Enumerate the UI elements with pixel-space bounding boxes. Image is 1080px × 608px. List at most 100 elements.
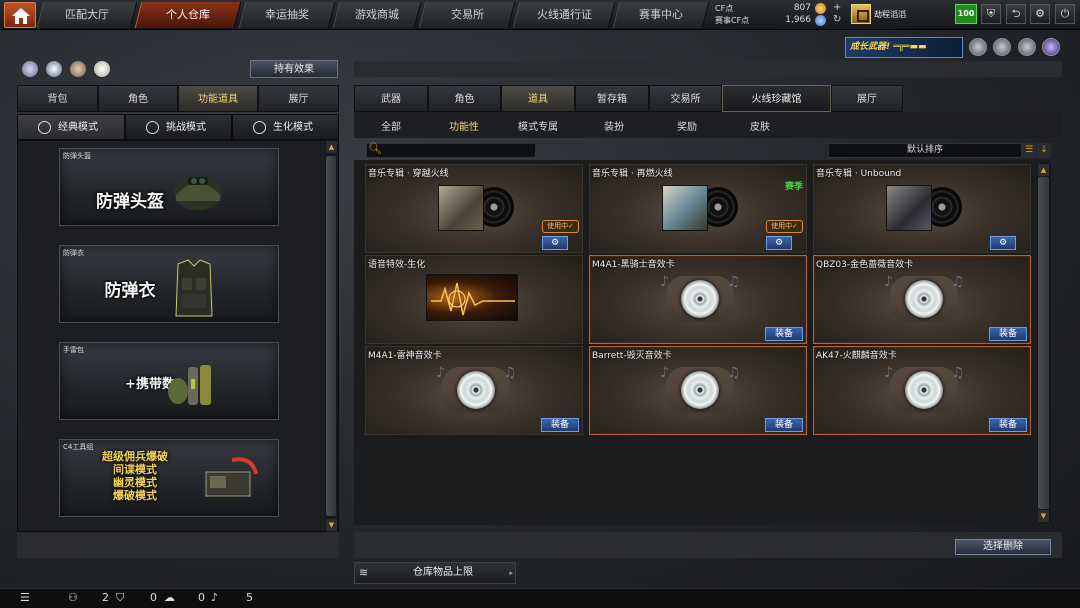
item-card[interactable]: 音乐专辑 · 穿越火线 使用中✓ ⚙ [365, 164, 583, 253]
gear-icon[interactable]: ⚙ [1030, 4, 1050, 24]
left-tab-character[interactable]: 角色 [98, 85, 178, 112]
c4-mode-spy: 间谍模式 [113, 463, 157, 476]
challenge-mode-icon [146, 121, 159, 134]
nav-tab-exchange[interactable]: 交易所 [418, 2, 516, 28]
nav-tab-personal-warehouse[interactable]: 个人仓库 [134, 2, 242, 28]
globe-icon[interactable] [993, 38, 1011, 56]
equip-button[interactable]: 装备 [989, 327, 1027, 341]
swirl-icon[interactable] [46, 61, 62, 77]
left-scroll-up-icon[interactable]: ▲ [326, 141, 337, 153]
list-view-icon[interactable]: ☰ [1022, 143, 1036, 158]
right-tab-temp-box[interactable]: 暂存箱 [575, 85, 649, 112]
item-card[interactable]: M4A1-黑骑士音效卡 ♪ ♫ 装备 [589, 255, 807, 344]
select-delete-button[interactable]: 选择删除 [955, 539, 1051, 555]
item-card[interactable]: QBZ03-金色蔷薇音效卡 ♪ ♫ 装备 [813, 255, 1031, 344]
grenade-pack-card[interactable]: 手雷包 +携带数 [59, 342, 279, 420]
item-title: M4A1-雷神音效卡 [368, 351, 442, 361]
speaker-icon[interactable]: ♪ [211, 591, 218, 604]
right-tab-characters[interactable]: 角色 [428, 85, 501, 112]
return-icon[interactable]: ⮌ [1006, 4, 1026, 24]
nav-tab-match-lobby[interactable]: 匹配大厅 [36, 2, 138, 28]
equip-button[interactable]: 装备 [541, 418, 579, 432]
nav-tab-lucky-draw[interactable]: 幸运抽奖 [238, 2, 336, 28]
right-scroll-up-icon[interactable]: ▲ [1038, 164, 1049, 176]
subtab-rewards[interactable]: 奖励 [677, 118, 697, 133]
right-scroll-thumb[interactable] [1038, 177, 1049, 509]
sort-direction-icon[interactable]: ↓ [1037, 143, 1051, 158]
voice-effect-image [426, 274, 518, 321]
settings-gear-button[interactable]: ⚙ [766, 236, 792, 250]
right-tab-collection-hall[interactable]: 火线珍藏馆 [722, 85, 831, 112]
nav-tab-game-mall[interactable]: 游戏商城 [332, 2, 422, 28]
mode-tab-zombie[interactable]: 生化模式 [232, 114, 339, 140]
item-card[interactable]: 语音特效-生化 [365, 255, 583, 344]
search-input[interactable] [366, 143, 536, 158]
rank-badge-icon [851, 4, 871, 24]
right-tab-weapons[interactable]: 武器 [354, 85, 428, 112]
left-tab-functional-items[interactable]: 功能道具 [178, 85, 258, 112]
shield-status-icon[interactable]: ⛉ [116, 591, 124, 605]
right-tab-exchange[interactable]: 交易所 [649, 85, 722, 112]
character-icon[interactable] [70, 61, 86, 77]
subtab-cosmetic[interactable]: 装扮 [604, 118, 624, 133]
settings-gear-button[interactable]: ⚙ [542, 236, 568, 250]
equip-button[interactable]: 装备 [765, 327, 803, 341]
search-icon[interactable]: 🔍︎ [368, 142, 382, 155]
subtab-mode-exclusive[interactable]: 模式专属 [518, 118, 558, 133]
shield-icon[interactable]: ⛨ [981, 4, 1001, 24]
sort-dropdown[interactable]: 默认排序 [828, 143, 1022, 158]
chat-icon[interactable]: ☁ [164, 591, 175, 604]
held-effects-button[interactable]: 持有效果 [250, 60, 338, 78]
left-tab-showroom[interactable]: 展厅 [258, 85, 339, 112]
c4-toolkit-card[interactable]: C4工具组 超级佣兵爆破 间谍模式 幽灵模式 爆破模式 [59, 439, 279, 517]
item-card[interactable]: 音乐专辑 · Unbound ⚙ [813, 164, 1031, 253]
item-card[interactable]: M4A1-雷神音效卡 ♪ ♫ 装备 [365, 346, 583, 435]
settings-gear-button[interactable]: ⚙ [990, 236, 1016, 250]
power-icon[interactable]: ⏻ [1055, 4, 1075, 24]
left-scroll-down-icon[interactable]: ▼ [326, 519, 337, 531]
friends-icon[interactable]: ⚇ [68, 591, 78, 604]
item-title: QBZ03-金色蔷薇音效卡 [816, 260, 914, 270]
body-armor-icon [175, 259, 213, 317]
equip-button[interactable]: 装备 [765, 418, 803, 432]
c4-bomb-icon [205, 457, 258, 497]
item-title: 语音特效-生化 [368, 260, 426, 270]
wings-icon[interactable] [1042, 38, 1060, 56]
subtab-all[interactable]: 全部 [381, 118, 401, 133]
item-title: 音乐专辑 · 再燃火线 [592, 169, 673, 179]
helmet-card[interactable]: 防弹头盔 防弹头盔 [59, 148, 279, 226]
clan-count: 0 [150, 591, 157, 604]
bag-icon[interactable] [94, 61, 110, 77]
home-icon [12, 8, 30, 24]
left-scroll-thumb[interactable] [326, 156, 336, 516]
item-title: 音乐专辑 · Unbound [816, 169, 902, 179]
mode-tab-challenge[interactable]: 挑战模式 [125, 114, 232, 140]
zombie-mode-icon [253, 121, 266, 134]
storage-limit-tab[interactable]: ≋ 仓库物品上限 ▸ [354, 562, 516, 584]
menu-icon[interactable]: ☰ [20, 591, 30, 604]
item-card[interactable]: AK47-火麒麟音效卡 ♪ ♫ 装备 [813, 346, 1031, 435]
subtab-functional[interactable]: 功能性 [449, 118, 479, 133]
add-currency-icon[interactable]: + [833, 2, 841, 13]
left-tab-backpack[interactable]: 背包 [17, 85, 98, 112]
medal-icon[interactable] [969, 38, 987, 56]
nav-tab-battle-pass[interactable]: 火线通行证 [512, 2, 616, 28]
home-button[interactable] [4, 2, 36, 28]
growth-weapon-banner[interactable]: 成长武器! ═╦═▬▬ [845, 37, 963, 58]
item-card[interactable]: Barrett-毁灭音效卡 ♪ ♫ 装备 [589, 346, 807, 435]
nav-tab-event-center[interactable]: 赛事中心 [612, 2, 710, 28]
subtab-skins[interactable]: 皮肤 [750, 118, 770, 133]
right-scroll-down-icon[interactable]: ▼ [1038, 510, 1049, 522]
sound-card-disc-icon: ♪ ♫ [436, 363, 516, 415]
right-tab-items[interactable]: 道具 [501, 85, 575, 112]
item-card[interactable]: 音乐专辑 · 再燃火线 赛季 使用中✓ ⚙ [589, 164, 807, 253]
team-icon[interactable] [22, 61, 38, 77]
item-title: Barrett-毁灭音效卡 [592, 351, 672, 361]
mode-tab-classic[interactable]: 经典模式 [17, 114, 125, 140]
equip-button[interactable]: 装备 [989, 418, 1027, 432]
badge-icon[interactable] [1018, 38, 1036, 56]
speaker-count: 5 [246, 591, 253, 604]
body-armor-card[interactable]: 防弹衣 防弹衣 [59, 245, 279, 323]
refresh-icon[interactable]: ↻ [833, 14, 841, 25]
right-tab-showroom[interactable]: 展厅 [831, 85, 903, 112]
